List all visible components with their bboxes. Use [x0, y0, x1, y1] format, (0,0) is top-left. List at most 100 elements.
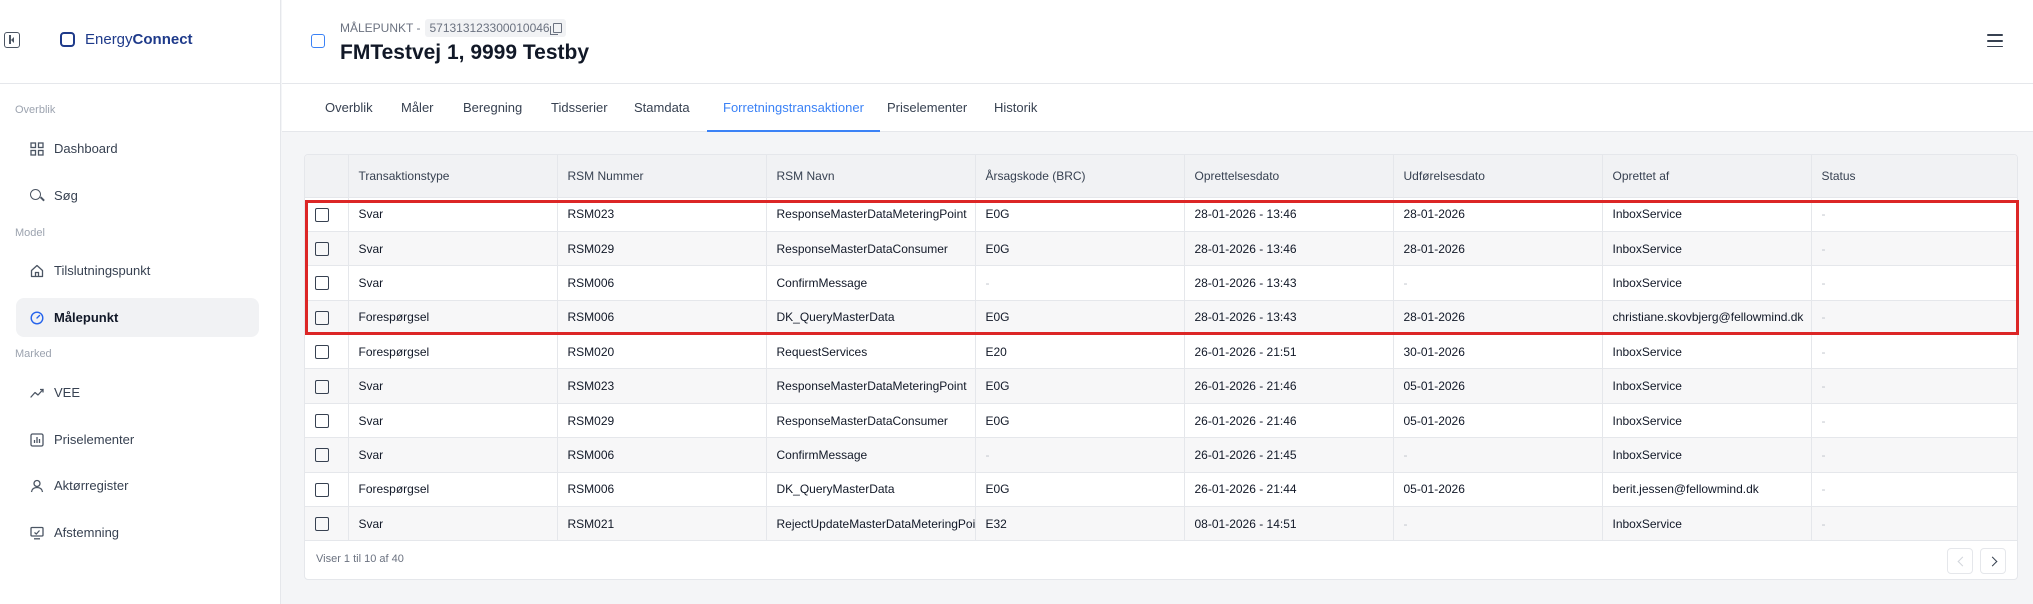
section-label-overblik: Overblik [15, 104, 56, 116]
tab-historik[interactable]: Historik [994, 84, 1037, 132]
table-cell: InboxService [1602, 506, 1812, 541]
table-cell: 28-01-2026 [1393, 197, 1603, 232]
row-checkbox[interactable] [315, 517, 329, 532]
monitor-icon [30, 526, 44, 540]
table-cell: 28-01-2026 - 13:46 [1184, 197, 1394, 232]
sidebar-item-aktorregister[interactable]: Aktørregister [16, 466, 259, 505]
sidebar-item-afstemning[interactable]: Afstemning [16, 513, 259, 552]
table-row[interactable]: Svar RSM021 RejectUpdateMasterDataMetering… [305, 506, 2017, 541]
column-header[interactable]: Udførelsesdato [1393, 155, 1603, 198]
table-cell: 26-01-2026 - 21:46 [1184, 403, 1394, 438]
search-icon [30, 188, 44, 203]
next-page-button[interactable] [1980, 548, 2006, 574]
tab-tidsserier[interactable]: Tidsserier [551, 84, 608, 132]
sidebar-item-malepunkt[interactable]: Målepunkt [16, 298, 259, 337]
sidebar-item-label: Dashboard [54, 141, 118, 156]
sidebar-item-vee[interactable]: VEE [16, 373, 259, 412]
table-cell: 05-01-2026 [1393, 472, 1603, 507]
table-footer: Viser 1 til 10 af 40 [305, 541, 2017, 579]
table-cell: 28-01-2026 [1393, 231, 1603, 266]
sidebar-item-priselementer[interactable]: Priselementer [16, 420, 259, 459]
row-checkbox[interactable] [315, 379, 329, 394]
metering-point-id-chip[interactable]: 571313123300010046 [425, 19, 566, 37]
row-select-cell [305, 334, 349, 369]
table-cell: 28-01-2026 [1393, 300, 1603, 335]
row-checkbox[interactable] [315, 482, 329, 497]
row-select-cell [305, 506, 349, 541]
table-cell: Svar [348, 231, 558, 266]
menu-icon[interactable] [1987, 34, 2003, 48]
tab-maler[interactable]: Måler [401, 84, 434, 132]
row-select-cell [305, 300, 349, 335]
table-cell: RSM020 [557, 334, 767, 369]
table-cell: - [975, 437, 1185, 473]
table-cell: - [1393, 506, 1603, 541]
table-cell: ConfirmMessage [766, 265, 976, 301]
section-label-marked: Marked [15, 348, 52, 360]
table-cell: 05-01-2026 [1393, 403, 1603, 438]
tab-priselementer[interactable]: Priselementer [887, 84, 967, 132]
table-row[interactable]: Forespørgsel RSM006 DK_QueryMasterData E0G 2… [305, 472, 2017, 507]
tab-stamdata[interactable]: Stamdata [634, 84, 690, 132]
row-checkbox[interactable] [315, 310, 329, 325]
column-header[interactable]: Oprettet af [1602, 155, 1812, 198]
table-row[interactable]: Forespørgsel RSM006 DK_QueryMasterData E0G 2… [305, 300, 2017, 335]
column-header[interactable]: Årsagskode (BRC) [975, 155, 1185, 198]
row-checkbox[interactable] [315, 345, 329, 360]
table-cell: RSM023 [557, 368, 767, 404]
user-icon [30, 479, 44, 493]
house-icon [30, 264, 44, 278]
table-cell: - [1821, 310, 1826, 325]
row-select-cell [305, 472, 349, 507]
previous-page-button[interactable] [1947, 548, 1973, 574]
sidebar-collapse-icon[interactable] [4, 32, 20, 48]
metering-point-label: MÅLEPUNKT - 571313123300010046 [340, 19, 566, 37]
table-cell: christiane.skovbjerg@fellowmind.dk [1602, 300, 1812, 335]
table-row[interactable]: Svar RSM029 ResponseMasterDataConsumer E0G 2… [305, 403, 2017, 438]
tab-beregning[interactable]: Beregning [463, 84, 522, 132]
logo[interactable]: EnergyConnect [60, 31, 193, 48]
column-header[interactable]: Status [1811, 155, 2017, 198]
tab-forretningstransaktioner[interactable]: Forretningstransaktioner [707, 84, 880, 132]
table-row[interactable]: Svar RSM023 ResponseMasterDataMeteringPoin… [305, 197, 2017, 232]
table-cell: E0G [975, 472, 1185, 507]
table-cell: InboxService [1602, 265, 1812, 301]
sidebar-item-dashboard[interactable]: Dashboard [16, 129, 259, 168]
row-checkbox[interactable] [315, 413, 329, 428]
table-cell: Svar [348, 368, 558, 404]
table-row[interactable]: Svar RSM029 ResponseMasterDataConsumer E0G 2… [305, 231, 2017, 266]
row-checkbox[interactable] [315, 207, 329, 222]
table-cell: InboxService [1602, 437, 1812, 473]
table-cell: - [1393, 437, 1603, 473]
sidebar-item-tilslutningspunkt[interactable]: Tilslutningspunkt [16, 251, 259, 290]
table-cell: - [1393, 265, 1603, 301]
tab-overblik[interactable]: Overblik [325, 84, 373, 132]
table-row[interactable]: Svar RSM023 ResponseMasterDataMeteringPoin… [305, 368, 2017, 404]
copy-icon[interactable] [549, 23, 562, 35]
table-cell: InboxService [1602, 197, 1812, 232]
table-cell: RSM023 [557, 197, 767, 232]
column-header[interactable]: Oprettelsesdato [1184, 155, 1394, 198]
column-header[interactable]: Transaktionstype [348, 155, 558, 198]
row-checkbox[interactable] [315, 448, 329, 463]
column-header[interactable]: RSM Nummer [557, 155, 767, 198]
table-row[interactable]: Svar RSM006 ConfirmMessage -26-01-2026 - 21… [305, 437, 2017, 473]
pagination-summary: Viser 1 til 10 af 40 [316, 553, 404, 565]
tab-bar: Overblik Måler Beregning Tidsserier Stam… [282, 84, 2033, 132]
row-select-cell [305, 368, 349, 404]
column-header[interactable]: RSM Navn [766, 155, 976, 198]
table-cell: DK_QueryMasterData [766, 472, 976, 507]
table-cell: - [1821, 413, 1826, 428]
sidebar-item-sog[interactable]: Søg [16, 176, 259, 215]
table-cell: E32 [975, 506, 1185, 541]
table-cell: ResponseMasterDataConsumer [766, 231, 976, 266]
row-checkbox[interactable] [315, 276, 329, 291]
table-cell: DK_QueryMasterData [766, 300, 976, 335]
row-checkbox[interactable] [315, 242, 329, 256]
table-cell: 28-01-2026 - 13:43 [1184, 300, 1394, 335]
table-row[interactable]: Svar RSM006 ConfirmMessage -28-01-2026 - 13… [305, 265, 2017, 301]
table-row[interactable]: Forespørgsel RSM020 RequestServices E20 26-0… [305, 334, 2017, 369]
table-cell: - [1821, 241, 1826, 256]
favorite-checkbox[interactable] [311, 34, 325, 48]
table-cell: Forespørgsel [348, 472, 558, 507]
